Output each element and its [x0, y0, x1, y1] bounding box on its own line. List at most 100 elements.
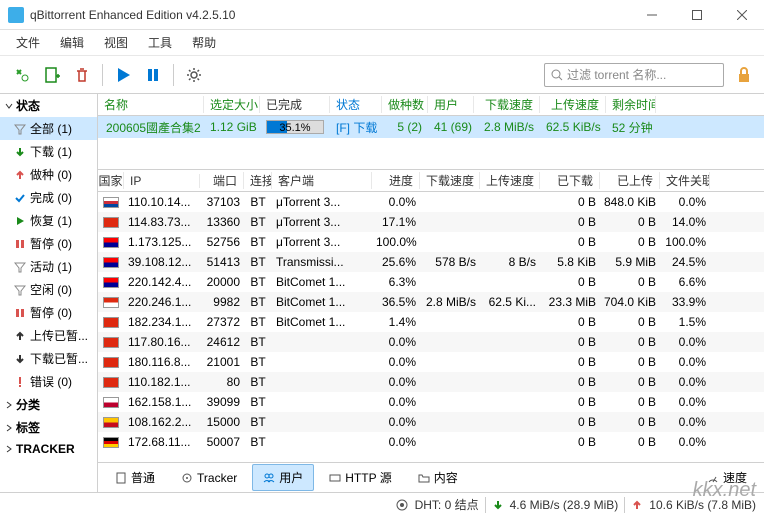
col-prel[interactable]: 文件关联: [660, 172, 710, 189]
col-pdl[interactable]: 下载速度: [420, 172, 480, 189]
speed-icon: [707, 472, 719, 484]
tab-doc[interactable]: 普通: [104, 464, 166, 491]
sidebar-item[interactable]: 空闲 (0): [0, 278, 97, 301]
sidebar-item[interactable]: 完成 (0): [0, 186, 97, 209]
menu-tools[interactable]: 工具: [140, 31, 180, 54]
menu-edit[interactable]: 编辑: [52, 31, 92, 54]
peers-header[interactable]: 国家 IP 端口 连接 客户端 进度 下载速度 上传速度 已下载 已上传 文件关…: [98, 170, 764, 192]
peers-panel: 国家 IP 端口 连接 客户端 进度 下载速度 上传速度 已下载 已上传 文件关…: [98, 170, 764, 462]
flag-icon: [98, 197, 124, 208]
resume-button[interactable]: [109, 61, 137, 89]
flag-icon: [98, 337, 124, 348]
flag-icon: [98, 377, 124, 388]
content-area: 名称 选定大小 已完成 状态 做种数 用户 下载速度 上传速度 剩余时间 200…: [98, 94, 764, 492]
col-dlspeed[interactable]: 下载速度: [474, 96, 540, 113]
col-puld[interactable]: 已上传: [600, 172, 660, 189]
col-status[interactable]: 状态: [330, 96, 382, 113]
minimize-button[interactable]: [629, 0, 674, 30]
statusbar: DHT: 0 结点 4.6 MiB/s (28.9 MiB) 10.6 KiB/…: [0, 492, 764, 516]
peer-row[interactable]: 1.173.125...52756BTμTorrent 3...100.0%0 …: [98, 232, 764, 252]
tab-folder[interactable]: 内容: [407, 464, 469, 491]
col-client[interactable]: 客户端: [272, 172, 372, 189]
add-file-button[interactable]: [38, 61, 66, 89]
flag-icon: [98, 437, 124, 448]
lock-button[interactable]: [732, 63, 756, 87]
sidebar-item[interactable]: 下载 (1): [0, 140, 97, 163]
dl-speed-status[interactable]: 4.6 MiB/s (28.9 MiB): [510, 498, 619, 512]
menu-view[interactable]: 视图: [96, 31, 136, 54]
sidebar-item[interactable]: 上传已暂...: [0, 324, 97, 347]
peer-row[interactable]: 39.108.12...51413BTTransmissi...25.6%578…: [98, 252, 764, 272]
sidebar-item[interactable]: 全部 (1): [0, 117, 97, 140]
peer-row[interactable]: 220.246.1...9982BTBitComet 1...36.5%2.8 …: [98, 292, 764, 312]
chevron-right-icon: [4, 423, 14, 433]
peer-row[interactable]: 110.182.1...80BT0.0%0 B0 B0.0%: [98, 372, 764, 392]
peer-row[interactable]: 110.10.14...37103BTμTorrent 3...0.0%0 B8…: [98, 192, 764, 212]
sidebar-item[interactable]: 暂停 (0): [0, 232, 97, 255]
app-icon: [8, 7, 24, 23]
torrent-row[interactable]: 200605國產合集21.12 GiB35.1%[F] 下载5 (2)41 (6…: [98, 116, 764, 138]
col-eta[interactable]: 剩余时间: [606, 96, 656, 113]
flag-icon: [98, 277, 124, 288]
delete-button[interactable]: [68, 61, 96, 89]
toolbar: 过滤 torrent 名称...: [0, 56, 764, 94]
col-ulspeed[interactable]: 上传速度: [540, 96, 606, 113]
filter-input[interactable]: 过滤 torrent 名称...: [544, 63, 724, 87]
sidebar-cat-tags[interactable]: 标签: [0, 416, 97, 439]
tab-users[interactable]: 用户: [252, 464, 314, 491]
close-button[interactable]: [719, 0, 764, 30]
peer-row[interactable]: 162.158.1...39099BT0.0%0 B0 B0.0%: [98, 392, 764, 412]
flag-icon: [98, 417, 124, 428]
col-size[interactable]: 选定大小: [204, 96, 260, 113]
chevron-right-icon: [4, 444, 14, 454]
col-name[interactable]: 名称: [98, 96, 204, 113]
peer-row[interactable]: 114.83.73...13360BTμTorrent 3...17.1%0 B…: [98, 212, 764, 232]
col-conn[interactable]: 连接: [244, 172, 272, 189]
col-progress[interactable]: 已完成: [260, 96, 330, 113]
pause-button[interactable]: [139, 61, 167, 89]
menu-file[interactable]: 文件: [8, 31, 48, 54]
sidebar-item[interactable]: 做种 (0): [0, 163, 97, 186]
col-seeds[interactable]: 做种数: [382, 96, 428, 113]
settings-button[interactable]: [180, 61, 208, 89]
flag-icon: [98, 397, 124, 408]
col-prog[interactable]: 进度: [372, 172, 420, 189]
peer-row[interactable]: 172.68.11...50007BT0.0%0 B0 B0.0%: [98, 432, 764, 452]
col-ip[interactable]: IP: [124, 174, 200, 188]
download-icon: [492, 499, 504, 511]
tab-tracker[interactable]: Tracker: [170, 464, 248, 491]
tab-speed[interactable]: 速度: [696, 464, 758, 491]
peer-row[interactable]: 182.234.1...27372BTBitComet 1...1.4%0 B0…: [98, 312, 764, 332]
sidebar-item[interactable]: 暂停 (0): [0, 301, 97, 324]
titlebar: qBittorrent Enhanced Edition v4.2.5.10: [0, 0, 764, 30]
peer-row[interactable]: 117.80.16...24612BT0.0%0 B0 B0.0%: [98, 332, 764, 352]
sidebar-item[interactable]: 下载已暂...: [0, 347, 97, 370]
sidebar-item[interactable]: 活动 (1): [0, 255, 97, 278]
add-link-button[interactable]: [8, 61, 36, 89]
col-pul[interactable]: 上传速度: [480, 172, 540, 189]
chevron-right-icon: [4, 400, 14, 410]
col-peers[interactable]: 用户: [428, 96, 474, 113]
sidebar-item[interactable]: 恢复 (1): [0, 209, 97, 232]
flag-icon: [98, 317, 124, 328]
toolbar-separator: [102, 64, 103, 86]
tab-http[interactable]: HTTP 源: [318, 464, 402, 491]
torrent-header[interactable]: 名称 选定大小 已完成 状态 做种数 用户 下载速度 上传速度 剩余时间: [98, 94, 764, 116]
folder-icon: [418, 472, 430, 484]
flag-icon: [98, 237, 124, 248]
peer-row[interactable]: 220.142.4...20000BTBitComet 1...6.3%0 B0…: [98, 272, 764, 292]
flag-icon: [98, 217, 124, 228]
sidebar-cat-category[interactable]: 分类: [0, 393, 97, 416]
col-pdld[interactable]: 已下载: [540, 172, 600, 189]
peer-row[interactable]: 180.116.8...21001BT0.0%0 B0 B0.0%: [98, 352, 764, 372]
dht-status[interactable]: DHT: 0 结点: [415, 496, 479, 513]
sidebar-item[interactable]: 错误 (0): [0, 370, 97, 393]
col-country[interactable]: 国家: [98, 172, 124, 189]
sidebar-cat-tracker[interactable]: TRACKER: [0, 439, 97, 459]
col-port[interactable]: 端口: [200, 172, 244, 189]
sidebar-cat-status[interactable]: 状态: [0, 94, 97, 117]
peer-row[interactable]: 108.162.2...15000BT0.0%0 B0 B0.0%: [98, 412, 764, 432]
ul-speed-status[interactable]: 10.6 KiB/s (7.8 MiB): [649, 498, 756, 512]
maximize-button[interactable]: [674, 0, 719, 30]
menu-help[interactable]: 帮助: [184, 31, 224, 54]
